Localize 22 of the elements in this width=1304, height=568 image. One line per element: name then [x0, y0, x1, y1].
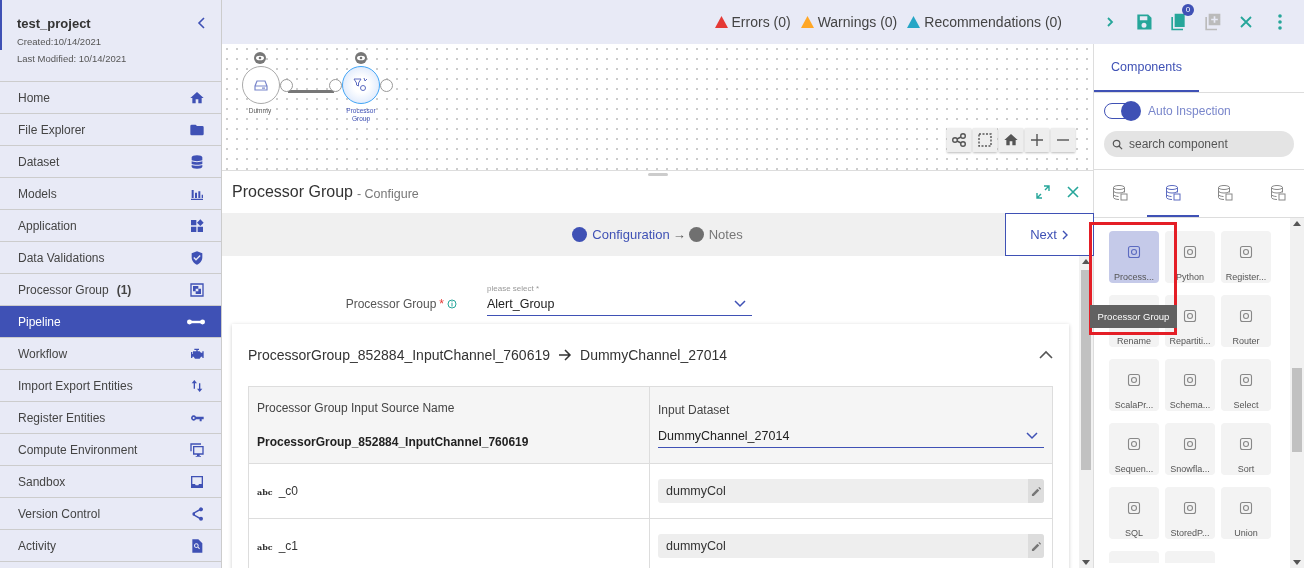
source-name: ProcessorGroup_852884_InputChannel_760619 — [248, 347, 550, 363]
column-header: Processor Group Input Source Name — [257, 401, 456, 415]
toggle-label: Auto Inspection — [1148, 104, 1231, 118]
tooltip: Processor Group — [1090, 305, 1177, 328]
required-mark: * — [439, 297, 444, 311]
panel-subtitle: - Configure — [356, 186, 419, 201]
created-date: Created:10/14/2021 — [17, 35, 102, 49]
panel-title: Processor Group — [232, 183, 353, 201]
notification-badge: 0 — [1182, 4, 1194, 16]
type-label: abc — [257, 542, 273, 552]
step-arrow: → — [672, 227, 686, 242]
project-name: test_project — [17, 15, 91, 31]
source-value: ProcessorGroup_852884_InputChannel_760619 — [257, 435, 530, 449]
field-label: Processor Group — [345, 297, 437, 311]
count-label: (1) — [116, 282, 132, 297]
modified-date: Last Modified: 10/14/2021 — [17, 52, 128, 66]
type-label: abc — [257, 487, 273, 497]
column-header: Input Dataset — [658, 402, 731, 417]
target-name: DummyChannel_27014 — [580, 347, 728, 363]
column-name: _c1 — [278, 539, 298, 553]
column-name: _c0 — [278, 484, 298, 498]
field-hint: please select * — [487, 284, 541, 293]
